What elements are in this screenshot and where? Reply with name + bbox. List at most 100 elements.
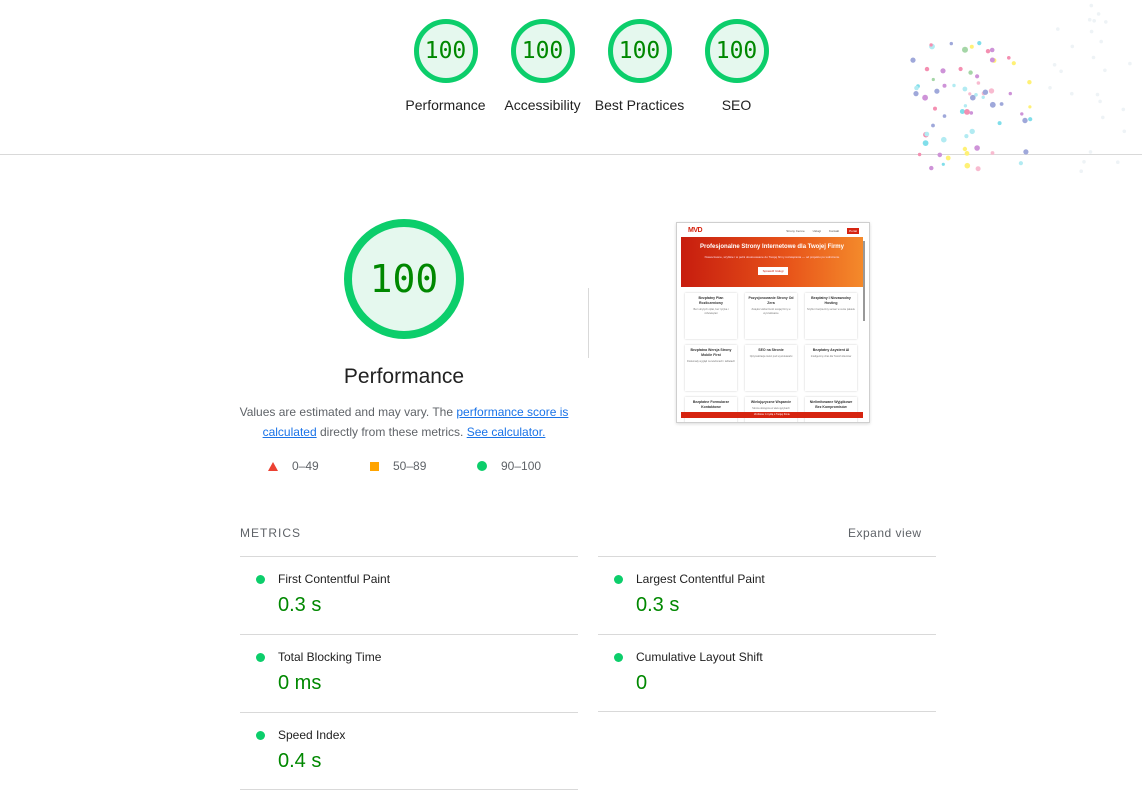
confetti-dot	[962, 86, 968, 92]
expand-view-button[interactable]: Expand view	[848, 526, 922, 540]
confetti-dot	[997, 121, 1002, 126]
description-middle: directly from these metrics.	[316, 425, 467, 439]
legend-average: 50–89	[370, 459, 426, 473]
confetti-dot	[969, 111, 974, 115]
legend-pass: 90–100	[477, 459, 541, 473]
confetti-dot	[1101, 115, 1105, 120]
thumb-card: Bezpłatna Wersja Strony Mobile First Dosk…	[685, 345, 737, 391]
confetti-dot	[922, 140, 929, 147]
thumb-card-title: Bezpłatny Asystent AI	[812, 348, 850, 352]
confetti-dot	[1056, 27, 1060, 31]
pass-circle-icon	[256, 653, 265, 662]
confetti-dot	[929, 43, 933, 47]
confetti-dot	[1095, 92, 1100, 97]
confetti-dot	[964, 109, 970, 115]
confetti-dot	[976, 81, 981, 85]
confetti-dot	[1082, 160, 1086, 164]
metrics-heading: METRICS	[240, 526, 301, 540]
metric-value: 0.3 s	[636, 594, 680, 616]
metric-cls: Cumulative Layout Shift 0	[598, 634, 936, 712]
confetti-dot	[1089, 29, 1094, 34]
confetti-dot	[990, 151, 995, 155]
confetti-dot	[1007, 56, 1011, 60]
thumb-hero-title: Profesjonalne Strony Internetowe dla Two…	[700, 244, 844, 250]
gauge-score: 100	[424, 38, 467, 64]
gauge-best-practices[interactable]: 100 Best Practices	[591, 19, 688, 115]
confetti-dot	[945, 155, 951, 161]
confetti-dot	[1018, 161, 1023, 166]
thumb-card-text: Bez ukrytych opłat, bez ryzyka i zobowią…	[693, 308, 729, 315]
confetti-dot	[1070, 91, 1074, 96]
circle-icon	[477, 461, 487, 471]
confetti-dot	[1070, 44, 1075, 49]
gauge-seo[interactable]: 100 SEO	[688, 19, 785, 115]
confetti-dot	[934, 88, 940, 94]
thumb-card-title: Wielojęzyczne Wsparcie	[750, 400, 792, 404]
confetti-dot	[931, 123, 935, 128]
confetti-dot	[1052, 63, 1057, 67]
gauge-label: Accessibility	[504, 97, 581, 113]
confetti-dot	[1028, 105, 1032, 109]
see-calculator-link[interactable]: See calculator.	[467, 425, 546, 439]
confetti-dot	[981, 95, 985, 100]
thumb-card-text: Doskonały wygląd na telefonach i tableta…	[687, 360, 735, 363]
confetti-dot	[942, 83, 947, 88]
confetti-dot	[958, 66, 963, 72]
confetti-dot	[989, 57, 995, 63]
metric-fcp: First Contentful Paint 0.3 s	[240, 556, 578, 634]
description-prefix: Values are estimated and may vary. The	[239, 405, 457, 419]
confetti-dot	[988, 88, 995, 94]
confetti-dot	[1022, 117, 1028, 124]
confetti-dot	[1079, 169, 1083, 173]
confetti-dot	[1091, 55, 1096, 60]
thumb-logo: MVD	[688, 227, 703, 234]
gauge-performance[interactable]: 100 Performance	[397, 19, 494, 115]
gauge-ring: 100	[413, 19, 478, 83]
confetti-dot	[962, 146, 968, 152]
performance-score-gauge: 100	[344, 219, 464, 339]
thumb-nav-cta: Portal	[847, 228, 859, 234]
pass-circle-icon	[256, 575, 265, 584]
gauge-score: 100	[618, 38, 661, 64]
thumb-card-title: Bezpłatny Plan Rozliczeniowy	[698, 296, 724, 305]
vertical-divider	[588, 288, 589, 358]
confetti-dot	[989, 47, 995, 53]
confetti-dot	[1008, 91, 1012, 96]
confetti-dot	[952, 83, 956, 88]
metric-name: First Contentful Paint	[278, 572, 391, 586]
confetti-dot	[1048, 86, 1052, 90]
pass-circle-icon	[614, 575, 623, 584]
confetti-dot	[1092, 19, 1096, 23]
confetti-dot	[1059, 69, 1063, 74]
gauge-label: Best Practices	[594, 97, 685, 113]
metric-name: Total Blocking Time	[278, 650, 382, 664]
thumb-card-text: Strona dostępna w wielu językach	[752, 407, 790, 410]
confetti-dot	[1096, 12, 1101, 16]
gauge-accessibility[interactable]: 100 Accessibility	[494, 19, 591, 115]
confetti-dot	[1103, 68, 1107, 73]
metric-name: Speed Index	[278, 728, 346, 742]
confetti-dot	[1027, 80, 1032, 85]
confetti-dot	[914, 85, 919, 91]
confetti-dot	[1104, 20, 1108, 24]
metric-tbt: Total Blocking Time 0 ms	[240, 634, 578, 712]
gauge-score: 100	[521, 38, 564, 64]
square-icon	[370, 461, 379, 471]
thumb-card: Bezpłatne Formularze KontaktoweŁatwy kon…	[685, 397, 737, 422]
thumb-card-title: SEO na Stronie	[758, 348, 784, 352]
metric-name: Cumulative Layout Shift	[636, 650, 763, 664]
legend-fail: 0–49	[268, 459, 319, 473]
confetti-dot	[1028, 117, 1033, 122]
thumb-card: Nielimitowane Wyjątkowe Bez KompromisówP…	[805, 397, 857, 422]
confetti-dot	[949, 41, 953, 46]
confetti-dot	[985, 49, 991, 54]
performance-score: 100	[369, 257, 439, 301]
final-screenshot[interactable]: MVD Strony Cenne Usługi Kontakt Portal P…	[676, 222, 870, 423]
triangle-icon	[268, 461, 278, 471]
gauge-label: SEO	[721, 97, 752, 113]
confetti-dot	[977, 41, 982, 46]
metric-speed-index: Speed Index 0.4 s	[240, 712, 578, 790]
thumb-card: Bezpłatny I Niezawodny Hosting Szybki i b…	[805, 293, 857, 339]
confetti-dot	[913, 91, 919, 97]
confetti-decoration	[910, 3, 1132, 173]
